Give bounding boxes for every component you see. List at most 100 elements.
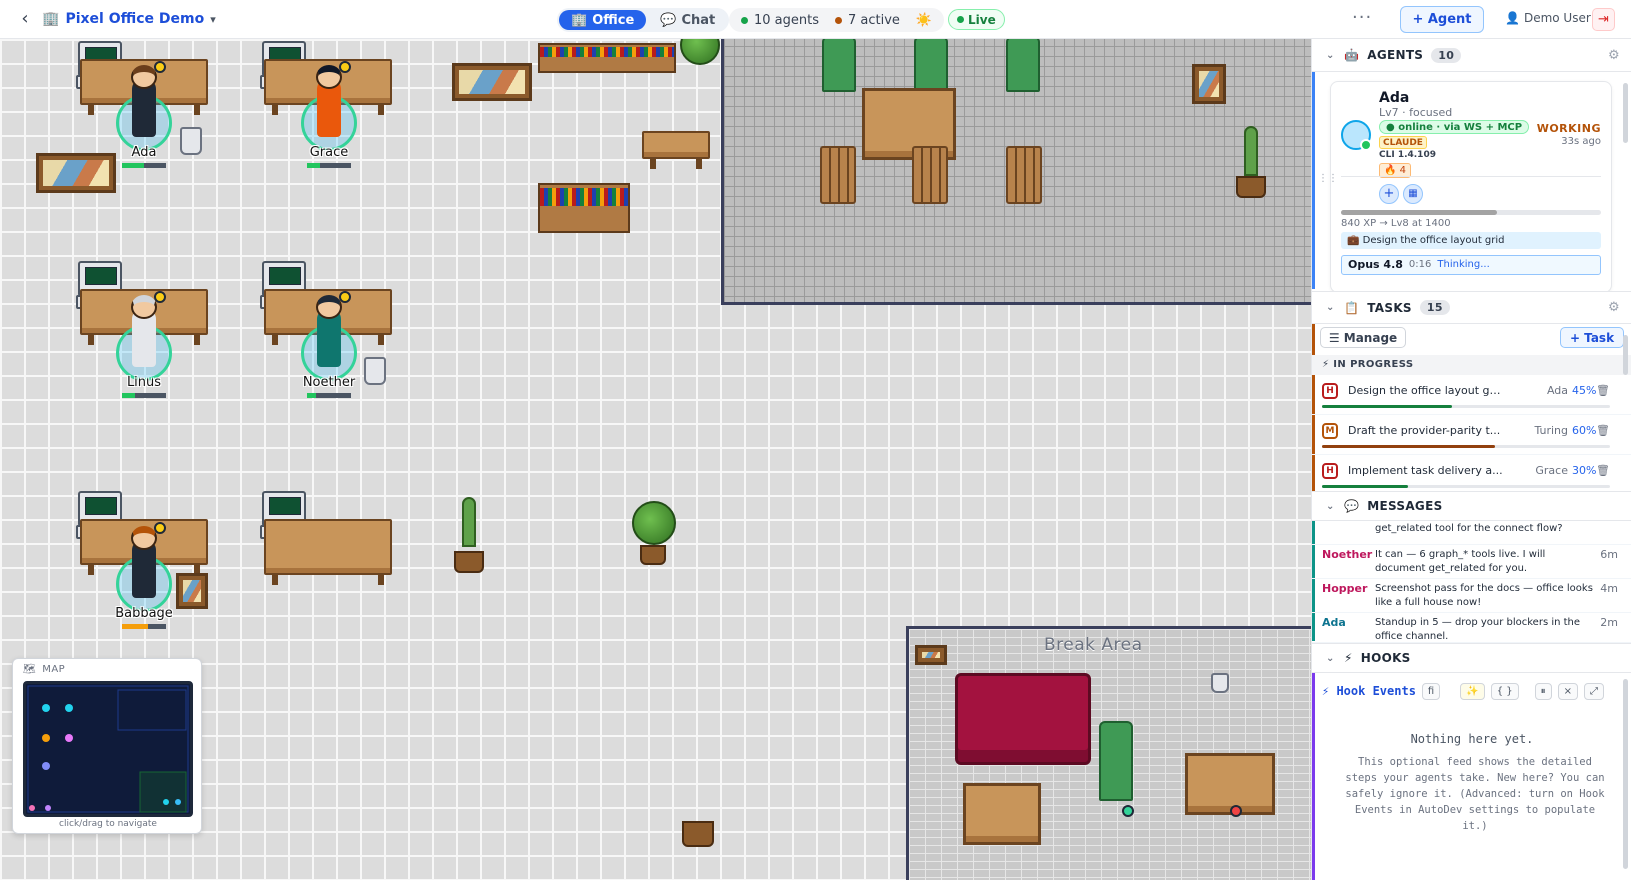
- workspace-switcher[interactable]: 🏢 Pixel Office Demo ▾: [42, 9, 216, 29]
- agents-scrollbar[interactable]: [1623, 83, 1628, 143]
- tab-office-label: Office: [592, 12, 635, 28]
- minimap-agent-dot: [42, 704, 50, 712]
- chat-icon: 💬: [660, 12, 677, 28]
- agents-count-badge: 10: [1431, 47, 1462, 63]
- hook-events-title: ⚡ Hook Events: [1322, 684, 1416, 698]
- break-area-label: Break Area: [1044, 635, 1143, 655]
- live-dot-icon: [957, 16, 964, 23]
- agent-ada[interactable]: Ada: [114, 61, 174, 168]
- task-row[interactable]: M Draft the provider-parity t... Turing …: [1312, 415, 1631, 455]
- bookshelf: [538, 43, 676, 73]
- cactus-plant: [1244, 126, 1258, 176]
- online-dot-icon: [741, 16, 748, 24]
- potted-plant: [632, 501, 676, 545]
- green-chair: [822, 39, 856, 92]
- in-progress-group: ⚡ IN PROGRESS: [1312, 355, 1631, 375]
- priority-badge: H: [1322, 463, 1338, 479]
- message-item: get_related tool for the connect flow?: [1312, 521, 1631, 545]
- presence-stats: 10 agents 7 active ☀️: [729, 8, 945, 32]
- task-assignee: Grace: [1535, 464, 1568, 477]
- messages-header-label: MESSAGES: [1367, 499, 1443, 513]
- cactus-plant: [462, 497, 476, 547]
- tasks-section-header[interactable]: ⌄ 📋 TASKS 15 ⚙: [1312, 291, 1631, 324]
- gear-icon[interactable]: ⚙: [1608, 48, 1620, 63]
- plant-pot: [682, 821, 714, 847]
- task-row[interactable]: H Implement task delivery a... Grace 30%…: [1312, 455, 1631, 495]
- add-icon[interactable]: +: [1379, 184, 1399, 204]
- more-menu-icon[interactable]: ···: [1352, 7, 1372, 28]
- add-agent-button[interactable]: + Agent: [1400, 6, 1484, 33]
- manage-tasks-button[interactable]: ☰ Manage: [1320, 327, 1406, 348]
- status-dot-icon: [154, 522, 166, 534]
- messages-section-header[interactable]: ⌄ 💬 MESSAGES: [1312, 491, 1631, 521]
- logout-button[interactable]: ⇥: [1592, 8, 1615, 31]
- json-toggle-icon[interactable]: { }: [1490, 682, 1519, 700]
- trash-icon[interactable]: 🗑: [1596, 384, 1610, 397]
- status-dot-icon: [1230, 805, 1242, 817]
- coffee-table: [963, 783, 1041, 845]
- task-assignee: Ada: [1546, 384, 1568, 397]
- tasks-scrollbar[interactable]: [1623, 335, 1628, 375]
- agent-card-ada[interactable]: Ada Lv7 · focused ● online · via WS + MC…: [1330, 81, 1612, 293]
- task-title: Implement task delivery a...: [1348, 464, 1503, 477]
- message-text: Standup in 5 — drop your blockers in the…: [1375, 617, 1581, 642]
- drag-handle-icon[interactable]: ⋮⋮: [1318, 173, 1338, 184]
- task-percent: 30%: [1572, 464, 1597, 477]
- agent-grace[interactable]: Grace: [299, 61, 359, 168]
- model-status: Opus 4.8 0:16 Thinking...: [1341, 255, 1601, 275]
- task-progress-bar: [1322, 485, 1610, 488]
- agent-progress: [122, 624, 166, 629]
- agent-linus[interactable]: Linus: [114, 291, 174, 398]
- map-icon: 🗺: [23, 664, 37, 675]
- agents-section-header[interactable]: ⌄ 🤖 AGENTS 10 ⚙: [1312, 39, 1631, 72]
- model-name: Opus 4.8: [1348, 258, 1403, 271]
- potted-plant: [680, 39, 720, 65]
- message-text: get_related tool for the connect flow?: [1375, 523, 1563, 534]
- hook-filter-input[interactable]: fi: [1421, 682, 1441, 700]
- trash-icon[interactable]: 🗑: [1596, 424, 1610, 437]
- agent-head: [131, 295, 157, 319]
- tab-chat[interactable]: 💬 Chat: [648, 10, 727, 30]
- minimap-canvas[interactable]: [23, 681, 193, 817]
- water-cooler: [1211, 673, 1229, 693]
- add-task-button[interactable]: + Task: [1560, 327, 1624, 348]
- robot-icon: 🤖: [1344, 48, 1360, 62]
- bookshelf: [538, 183, 630, 233]
- tab-office[interactable]: 🏢 Office: [559, 10, 647, 30]
- message-time: 4m: [1600, 582, 1618, 595]
- minimap-agent-dot: [175, 799, 181, 805]
- chevron-down-icon: ⌄: [1326, 49, 1335, 61]
- break-area: Break Area: [906, 626, 1311, 880]
- priority-badge: H: [1322, 383, 1338, 399]
- pause-icon[interactable]: ⏸: [1534, 682, 1552, 700]
- chevron-left-icon[interactable]: ‹: [15, 9, 35, 29]
- agent-babbage[interactable]: Babbage: [114, 522, 174, 629]
- agents-count-text: 10 agents: [754, 12, 819, 28]
- message-item: Noether It can — 6 graph_* tools live. I…: [1312, 545, 1631, 579]
- clear-icon[interactable]: ×: [1557, 682, 1578, 700]
- active-dot-icon: [835, 16, 842, 24]
- building-icon: 🏢: [42, 11, 60, 27]
- section-accent: [1312, 39, 1315, 289]
- building-icon: 🏢: [571, 12, 588, 28]
- calendar-icon[interactable]: ▦: [1403, 184, 1423, 204]
- desk: [264, 519, 392, 585]
- expand-icon[interactable]: ⤢: [1583, 682, 1604, 700]
- gear-icon[interactable]: ⚙: [1608, 300, 1620, 315]
- message-text: It can — 6 graph_* tools live. I will do…: [1375, 549, 1546, 574]
- thinking-status: Thinking...: [1437, 259, 1490, 270]
- user-menu[interactable]: 👤 Demo User: [1505, 11, 1591, 25]
- wall-painting: [1192, 64, 1226, 104]
- sparkle-icon[interactable]: ✨: [1460, 682, 1485, 700]
- agent-head: [131, 526, 157, 550]
- user-icon: 👤: [1505, 11, 1520, 25]
- agent-name: Linus: [126, 375, 162, 390]
- view-switcher: 🏢 Office 💬 Chat: [557, 8, 730, 32]
- task-row[interactable]: H Design the office layout grid Ada 45% …: [1312, 375, 1631, 415]
- minimap[interactable]: 🗺 MAP click/drag to navigate: [12, 658, 202, 834]
- agent-progress: [307, 393, 351, 398]
- hooks-section-header[interactable]: ⌄ ⚡ HOOKS: [1312, 643, 1631, 673]
- agent-noether[interactable]: Noether: [299, 291, 359, 398]
- trash-icon[interactable]: 🗑: [1596, 464, 1610, 477]
- hooks-scrollbar[interactable]: [1623, 679, 1628, 869]
